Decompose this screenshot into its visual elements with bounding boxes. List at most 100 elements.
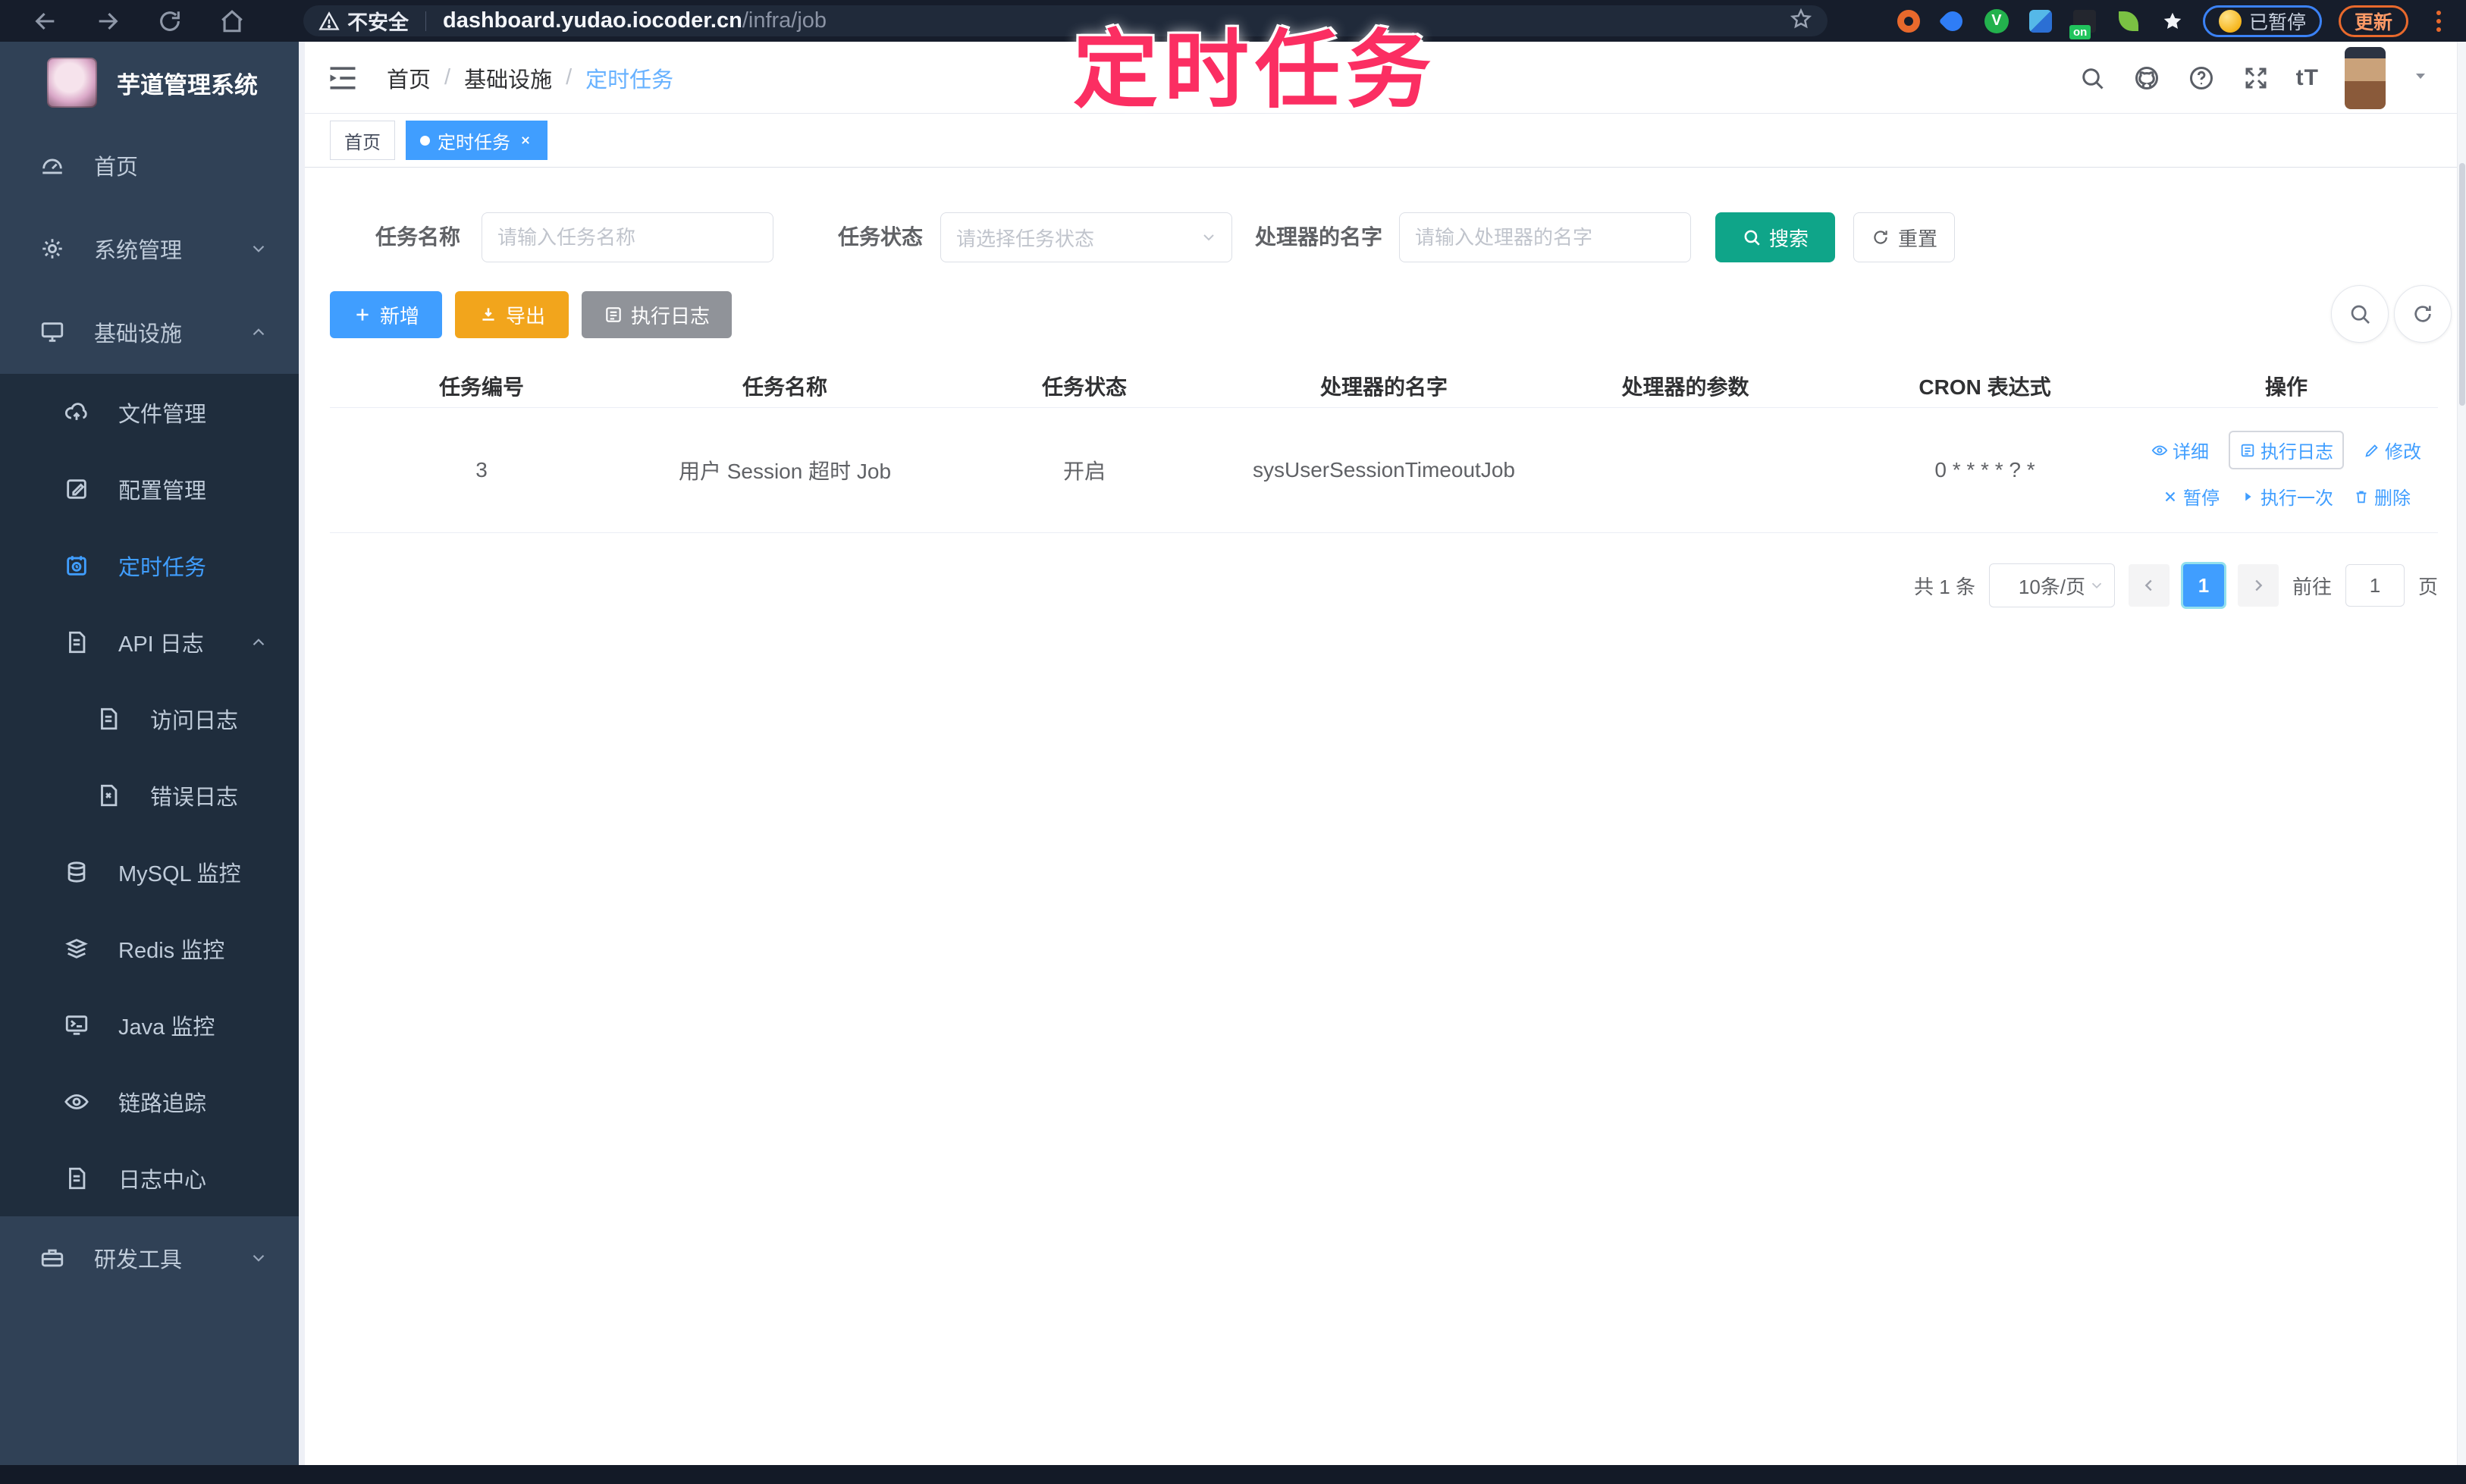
refresh-icon xyxy=(1874,231,1887,244)
play-icon xyxy=(2245,492,2251,500)
app-logo xyxy=(47,58,97,108)
layers-icon xyxy=(65,938,88,958)
eye-icon xyxy=(64,1093,89,1109)
browser-reload-button[interactable] xyxy=(153,5,187,38)
sidebar-item-devtools[interactable]: 研发工具 xyxy=(0,1216,299,1300)
page-size-value: 10条/页 xyxy=(2018,575,2086,598)
current-page-button[interactable]: 1 xyxy=(2182,564,2224,607)
font-size-button[interactable]: tT xyxy=(2296,65,2319,91)
column-header-cron: CRON 表达式 xyxy=(1919,375,2051,399)
breadcrumb-home[interactable]: 首页 xyxy=(387,62,431,94)
close-icon[interactable] xyxy=(518,133,533,148)
row-execute-log-link[interactable]: 执行日志 xyxy=(2229,431,2344,469)
gear-icon xyxy=(42,239,62,259)
sidebar-collapse-icon[interactable] xyxy=(326,61,359,95)
table-row: 3 用户 Session 超时 Job 开启 sysUserSessionTim… xyxy=(330,408,2438,533)
breadcrumb-infra[interactable]: 基础设施 xyxy=(464,62,552,94)
sidebar-item-mysql[interactable]: MySQL 监控 xyxy=(0,833,299,910)
sidebar-item-home[interactable]: 首页 xyxy=(0,124,299,207)
infra-submenu: 文件管理 配置管理 定时任务 API 日志 访问日志 错误日志 MySQL 监控… xyxy=(0,374,299,1216)
tab-job[interactable]: 定时任务 xyxy=(406,121,547,160)
toolbar: 新增 导出 执行日志 xyxy=(305,285,2457,343)
sidebar-logo-row[interactable]: 芋道管理系统 xyxy=(0,42,299,124)
sidebar-item-error-log[interactable]: 错误日志 xyxy=(0,757,299,833)
extension-green-check-icon[interactable]: V xyxy=(1983,8,2010,35)
job-status-select[interactable]: 请选择任务状态 xyxy=(940,212,1232,262)
sidebar-item-system[interactable]: 系统管理 xyxy=(0,207,299,290)
tab-home[interactable]: 首页 xyxy=(330,121,395,160)
github-link[interactable] xyxy=(2132,64,2161,93)
sidebar-item-trace[interactable]: 链路追踪 xyxy=(0,1063,299,1140)
extension-orange-icon[interactable] xyxy=(1895,8,1922,35)
sidebar-item-api-log[interactable]: API 日志 xyxy=(0,604,299,680)
extension-cluster-icon[interactable] xyxy=(2027,8,2054,35)
run-once-link[interactable]: 执行一次 xyxy=(2239,483,2333,510)
extension-drop-icon[interactable] xyxy=(1938,7,1967,35)
next-page-button[interactable] xyxy=(2237,564,2279,607)
prev-page-button[interactable] xyxy=(2128,564,2170,607)
column-header-actions: 操作 xyxy=(2264,375,2308,399)
export-button[interactable]: 导出 xyxy=(455,291,569,338)
goto-page-input[interactable] xyxy=(2345,564,2405,607)
sidebar-item-infra[interactable]: 基础设施 xyxy=(0,290,299,374)
security-badge[interactable]: 不安全 xyxy=(318,6,409,36)
scrollbar-thumb[interactable] xyxy=(2459,163,2465,406)
browser-update-button[interactable]: 更新 xyxy=(2338,5,2408,37)
browser-home-button[interactable] xyxy=(215,5,249,38)
emoji-avatar-icon xyxy=(2218,9,2242,33)
reset-button[interactable]: 重置 xyxy=(1853,212,1955,262)
profile-paused-pill[interactable]: 已暂停 xyxy=(2202,5,2322,37)
bookmark-star-icon[interactable] xyxy=(1790,8,1812,34)
user-avatar[interactable] xyxy=(2345,46,2386,109)
detail-link[interactable]: 详细 xyxy=(2151,437,2209,463)
refresh-table-button[interactable] xyxy=(2394,285,2452,343)
browser-menu-button[interactable] xyxy=(2425,8,2452,35)
download-icon xyxy=(482,308,494,321)
sidebar-item-java[interactable]: Java 监控 xyxy=(0,987,299,1063)
sidebar-item-config[interactable]: 配置管理 xyxy=(0,450,299,527)
fullscreen-button[interactable] xyxy=(2242,64,2270,93)
delete-link[interactable]: 删除 xyxy=(2353,483,2411,510)
address-bar[interactable]: 不安全 dashboard.yudao.iocoder.cn/infra/job xyxy=(303,5,1828,36)
extension-star-icon[interactable] xyxy=(2159,8,2186,35)
search-button[interactable]: 搜索 xyxy=(1715,212,1835,262)
sidebar-item-redis[interactable]: Redis 监控 xyxy=(0,910,299,987)
extension-on-badge: on xyxy=(2069,24,2091,39)
update-label: 更新 xyxy=(2354,11,2392,33)
header-search-button[interactable] xyxy=(2078,64,2107,93)
screen: 不安全 dashboard.yudao.iocoder.cn/infra/job… xyxy=(0,0,2466,1484)
sidebar-item-file[interactable]: 文件管理 xyxy=(0,374,299,450)
handler-name-input[interactable] xyxy=(1399,212,1691,262)
cell-job-id: 3 xyxy=(475,458,488,482)
job-name-input[interactable] xyxy=(482,212,773,262)
url-host: dashboard.yudao.iocoder.cn xyxy=(443,8,742,33)
execute-log-button[interactable]: 执行日志 xyxy=(582,291,732,338)
column-header-param: 处理器的参数 xyxy=(1621,375,1749,399)
browser-back-button[interactable] xyxy=(29,5,62,38)
pause-link[interactable]: 暂停 xyxy=(2162,483,2220,510)
edit-link[interactable]: 修改 xyxy=(2364,437,2421,463)
sidebar-item-access-log[interactable]: 访问日志 xyxy=(0,680,299,757)
chevron-down-icon xyxy=(253,1254,265,1262)
sidebar-item-label: 定时任务 xyxy=(118,555,207,580)
add-button[interactable]: 新增 xyxy=(330,291,442,338)
job-status-label: 任务状态 xyxy=(838,225,924,249)
browser-forward-button[interactable] xyxy=(91,5,124,38)
page-size-select[interactable]: 10条/页 xyxy=(1988,563,2115,607)
toggle-search-button[interactable] xyxy=(2331,285,2389,343)
sidebar-scrollbar[interactable] xyxy=(299,42,305,1465)
sidebar-item-label: 访问日志 xyxy=(150,708,239,733)
extension-leaf-icon[interactable] xyxy=(2115,8,2142,35)
pagination: 共 1 条 10条/页 1 前往 页 xyxy=(1914,563,2438,608)
help-button[interactable] xyxy=(2187,64,2216,93)
job-table: 任务编号 任务名称 任务状态 处理器的名字 处理器的参数 CRON 表达式 操作… xyxy=(330,364,2438,533)
cell-job-name: 用户 Session 超时 Job xyxy=(678,460,892,483)
sidebar-item-job[interactable]: 定时任务 xyxy=(0,527,299,604)
extension-dark-icon[interactable]: on xyxy=(2069,8,2098,39)
tab-label: 首页 xyxy=(344,132,381,153)
breadcrumb-separator: / xyxy=(444,65,451,89)
avatar-caret-icon[interactable] xyxy=(2411,67,2430,89)
sidebar-item-log-center[interactable]: 日志中心 xyxy=(0,1140,299,1216)
page-scrollbar[interactable] xyxy=(2457,42,2466,1465)
trash-icon xyxy=(2356,491,2367,503)
